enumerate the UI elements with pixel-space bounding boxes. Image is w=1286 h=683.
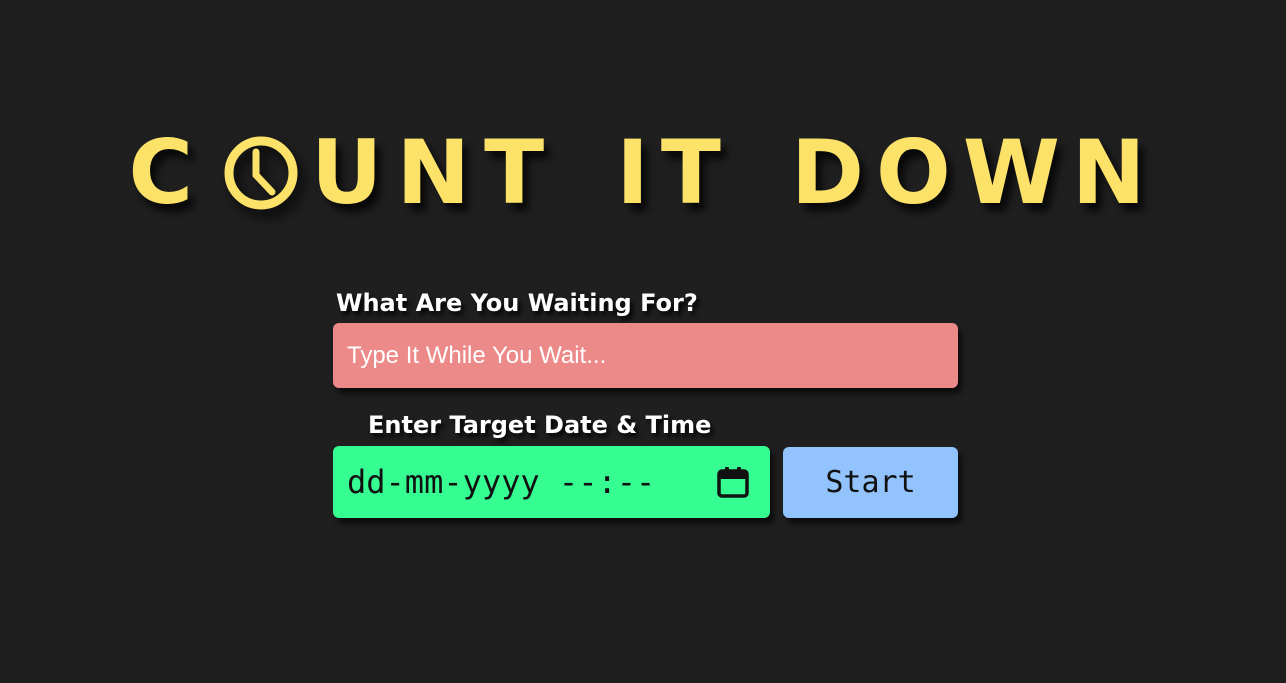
datetime-value: dd-mm-yyyy --:-- xyxy=(347,463,656,501)
title-letters-down: DOWN xyxy=(790,121,1158,224)
calendar-icon[interactable] xyxy=(716,465,750,499)
clock-icon xyxy=(223,135,299,211)
event-label: What Are You Waiting For? xyxy=(336,289,698,317)
title-word-down: DOWN xyxy=(791,129,1158,217)
title-letters-unt: UNT xyxy=(311,121,559,224)
date-label: Enter Target Date & Time xyxy=(368,411,712,439)
title-word-count: C UNT xyxy=(128,129,558,217)
title-letter-c: C xyxy=(128,121,208,224)
start-button[interactable]: Start xyxy=(783,447,958,518)
event-input[interactable] xyxy=(333,323,958,388)
title-word-it: IT xyxy=(616,129,733,217)
datetime-input[interactable]: dd-mm-yyyy --:-- xyxy=(333,446,770,518)
title-letters-it: IT xyxy=(616,121,733,224)
app-title: C UNT IT DOWN xyxy=(0,118,1286,228)
